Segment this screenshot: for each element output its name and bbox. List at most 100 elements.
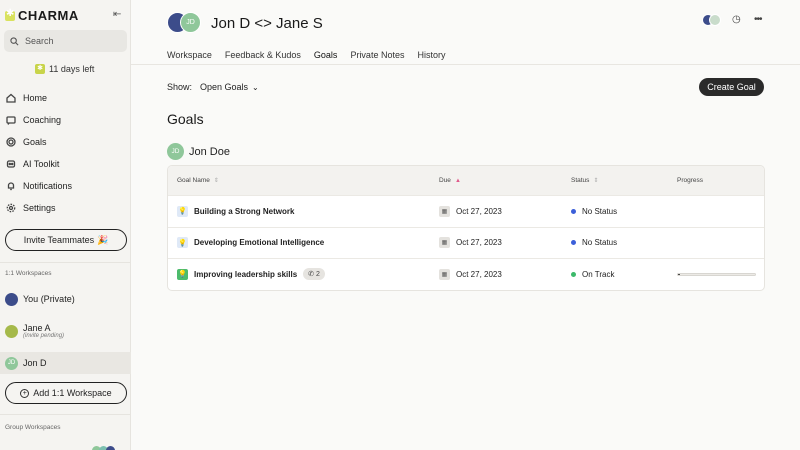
search-label: Search [25,36,54,46]
calendar-icon: ▦ [439,237,450,249]
more-options-icon[interactable]: ••• [754,15,764,25]
avatar: JD [180,12,201,33]
avatar: JD [5,356,18,370]
goal-owner-name: Jon Doe [189,145,230,158]
goals-heading: Goals [167,111,204,127]
avatar [106,446,115,450]
tab-history[interactable]: History [417,50,445,65]
sidebar-item-label: Home [23,93,48,103]
sidebar-item-label: Notifications [23,181,73,191]
status-cell[interactable]: On Track [571,259,614,290]
create-goal-button[interactable]: Create Goal [699,78,764,96]
workspace-item-jon-d[interactable]: JD Jon D [0,352,131,374]
sidebar-item-coaching[interactable]: Coaching [0,109,131,131]
home-icon [6,93,16,103]
clock-icon[interactable]: ◷ [732,15,742,25]
sidebar-item-goals[interactable]: Goals [0,131,131,153]
workspace-label: Jane A [23,323,51,333]
sidebar-item-settings[interactable]: Settings [0,197,131,219]
invite-teammates-button[interactable]: Invite Teammates 🎉 [5,229,127,251]
avatar: JD [167,143,184,160]
goal-filter-value: Open Goals [200,82,249,92]
column-label: Due [439,177,451,184]
group-workspaces-label: Group Workspaces [5,424,61,431]
group-avatars [92,446,115,450]
comments-badge[interactable]: ✆ 2 [303,268,325,281]
calendar-icon: ▦ [439,205,450,217]
header-tools: ◷ ••• [702,14,764,26]
chevron-down-icon: ⌄ [252,82,259,92]
tab-feedback-kudos[interactable]: Feedback & Kudos [225,50,301,65]
show-label: Show: [167,82,193,92]
search-button[interactable]: Search [4,30,127,52]
goal-name: Improving leadership skills [194,269,298,279]
due-cell: ▦ Oct 27, 2023 [439,196,502,227]
goal-name-cell: 💡 Developing Emotional Intelligence [177,228,324,259]
party-icon: 🎉 [97,234,109,245]
add-workspace-label: Add 1:1 Workspace [33,388,112,398]
main-content: JD Jon D <> Jane S ◷ ••• Workspace Feedb… [131,0,800,450]
charma-logo-icon [5,8,15,21]
due-cell: ▦ Oct 27, 2023 [439,259,502,290]
due-date: Oct 27, 2023 [456,238,502,248]
status-label: No Status [582,206,618,216]
header-avatars: JD [167,12,203,34]
goal-name-cell: 💡 Improving leadership skills ✆ 2 [177,259,325,290]
trial-badge[interactable]: ✱ 11 days left [35,64,94,74]
avatar [5,292,18,306]
column-header-goal-name[interactable]: Goal Name ⇕ [177,177,219,184]
sort-icon: ⇕ [213,178,219,184]
sidebar-item-label: Coaching [23,115,62,125]
sidebar-item-label: Goals [23,137,47,147]
due-cell: ▦ Oct 27, 2023 [439,228,502,259]
invite-pending-label: (invite pending) [23,333,65,339]
add-workspace-button[interactable]: + Add 1:1 Workspace [5,382,127,404]
column-header-progress: Progress [677,177,703,184]
workspace-label: Jon D [23,358,47,368]
collapse-sidebar-icon[interactable]: ⇤ [113,9,121,20]
status-dot [571,271,576,277]
tab-workspace[interactable]: Workspace [167,50,212,65]
workspace-item-jane-a[interactable]: Jane A (invite pending) [0,318,131,344]
column-header-due[interactable]: Due ▲ [439,177,461,184]
phone-icon: ✆ [308,271,315,279]
table-row[interactable]: 💡 Building a Strong Network ▦ Oct 27, 20… [168,195,764,227]
due-date: Oct 27, 2023 [456,206,502,216]
status-cell[interactable]: No Status [571,228,617,259]
sidebar-nav: Home Coaching Goals AI Toolkit Notificat… [0,87,131,219]
avatar [709,14,721,26]
divider [0,414,131,415]
brand-name: CHARMA [18,8,79,23]
goals-table: Goal Name ⇕ Due ▲ Status ⇕ Progress 💡 Bu… [167,165,765,291]
goal-name: Developing Emotional Intelligence [194,238,325,248]
status-dot [571,240,576,246]
status-cell[interactable]: No Status [571,196,617,227]
goals-icon [6,137,16,147]
gear-icon [6,203,16,213]
progress-bar [677,272,756,276]
participants-avatars[interactable] [702,14,721,26]
sidebar-item-notifications[interactable]: Notifications [0,175,131,197]
sidebar-item-home[interactable]: Home [0,87,131,109]
table-header: Goal Name ⇕ Due ▲ Status ⇕ Progress [168,166,764,195]
tab-goals[interactable]: Goals [313,50,338,65]
workspace-item-you-private[interactable]: You (Private) [0,290,131,308]
status-dot [571,208,576,214]
table-row[interactable]: 💡 Developing Emotional Intelligence ▦ Oc… [168,226,764,259]
goal-filter-dropdown[interactable]: Open Goals ⌄ [200,82,259,92]
due-date: Oct 27, 2023 [456,269,502,279]
charma-logo[interactable]: CHARMA [5,8,79,23]
lightbulb-icon: 💡 [177,237,188,249]
sidebar-item-label: Settings [23,203,56,213]
sidebar: CHARMA ⇤ Search ✱ 11 days left Home Coac… [0,0,131,450]
sidebar-item-ai-toolkit[interactable]: AI Toolkit [0,153,131,175]
sort-icon: ⇕ [593,178,599,184]
ai-toolkit-icon [6,160,16,168]
table-row[interactable]: 💡 Improving leadership skills ✆ 2 ▦ Oct … [168,258,764,290]
tabs-divider [131,64,800,65]
invite-label: Invite Teammates [23,235,95,245]
lightbulb-icon: 💡 [177,205,188,217]
comments-count: 2 [316,270,320,278]
column-header-status[interactable]: Status ⇕ [571,177,598,184]
tab-private-notes[interactable]: Private Notes [350,50,404,65]
